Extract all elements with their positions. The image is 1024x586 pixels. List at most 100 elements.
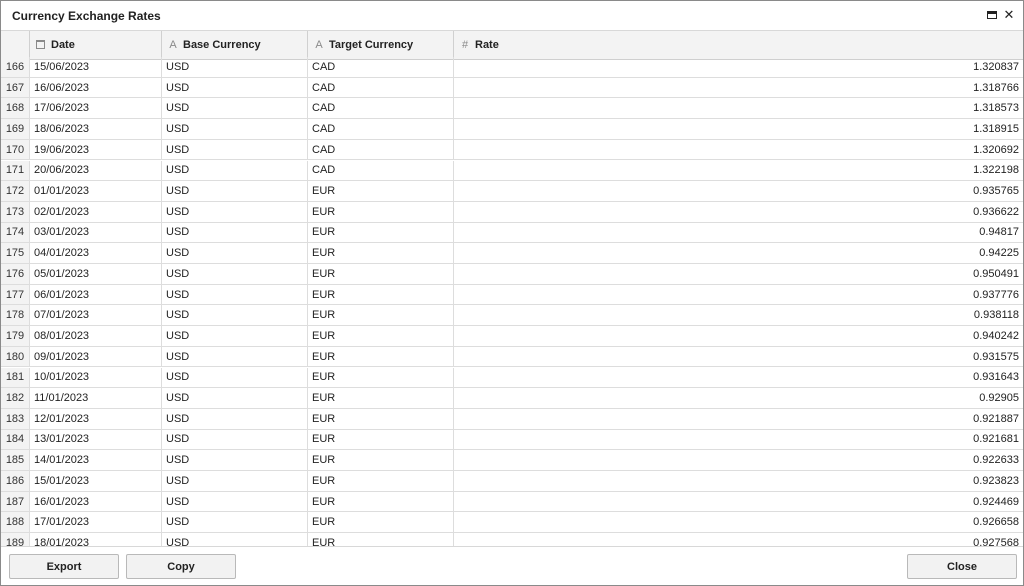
date-cell[interactable]: 10/01/2023 xyxy=(30,367,162,388)
row-index[interactable]: 174 xyxy=(1,222,30,243)
date-cell[interactable]: 18/01/2023 xyxy=(30,533,162,546)
rate-cell[interactable]: 0.92905 xyxy=(454,388,1023,408)
table-row[interactable]: 183 12/01/2023 USD EUR 0.921887 xyxy=(1,408,1023,430)
rate-cell[interactable]: 1.322198 xyxy=(454,161,1023,181)
row-index[interactable]: 181 xyxy=(1,367,30,388)
rate-cell[interactable]: 0.938118 xyxy=(454,305,1023,325)
row-index[interactable]: 166 xyxy=(1,57,30,77)
base-currency-cell[interactable]: USD xyxy=(162,346,308,367)
target-currency-cell[interactable]: EUR xyxy=(308,533,454,546)
target-currency-cell[interactable]: EUR xyxy=(308,346,454,367)
date-cell[interactable]: 05/01/2023 xyxy=(30,264,162,284)
rate-cell[interactable]: 0.940242 xyxy=(454,326,1023,346)
table-row[interactable]: 166 15/06/2023 USD CAD 1.320837 xyxy=(1,57,1023,78)
base-currency-cell[interactable]: USD xyxy=(162,512,308,533)
target-currency-cell[interactable]: EUR xyxy=(308,429,454,450)
base-currency-cell[interactable]: USD xyxy=(162,139,308,160)
date-cell[interactable]: 02/01/2023 xyxy=(30,201,162,222)
row-index[interactable]: 176 xyxy=(1,264,30,284)
rate-cell[interactable]: 0.923823 xyxy=(454,471,1023,491)
row-index[interactable]: 183 xyxy=(1,408,30,429)
target-currency-cell[interactable]: EUR xyxy=(308,243,454,263)
column-header-rate[interactable]: # Rate xyxy=(454,31,1023,60)
target-currency-cell[interactable]: EUR xyxy=(308,367,454,388)
maximize-icon[interactable] xyxy=(985,8,999,22)
rate-cell[interactable]: 0.937776 xyxy=(454,285,1023,305)
base-currency-cell[interactable]: USD xyxy=(162,533,308,546)
base-currency-cell[interactable]: USD xyxy=(162,450,308,470)
rate-cell[interactable]: 0.935765 xyxy=(454,181,1023,201)
rate-cell[interactable]: 0.931643 xyxy=(454,368,1023,388)
base-currency-cell[interactable]: USD xyxy=(162,243,308,263)
date-cell[interactable]: 16/06/2023 xyxy=(30,77,162,98)
date-cell[interactable]: 06/01/2023 xyxy=(30,284,162,305)
table-row[interactable]: 185 14/01/2023 USD EUR 0.922633 xyxy=(1,450,1023,471)
rate-cell[interactable]: 1.318915 xyxy=(454,119,1023,139)
rate-cell[interactable]: 0.94225 xyxy=(454,243,1023,263)
target-currency-cell[interactable]: EUR xyxy=(308,512,454,533)
date-cell[interactable]: 18/06/2023 xyxy=(30,119,162,139)
row-index[interactable]: 172 xyxy=(1,181,30,201)
target-currency-cell[interactable]: EUR xyxy=(308,388,454,408)
base-currency-cell[interactable]: USD xyxy=(162,305,308,326)
row-index[interactable]: 184 xyxy=(1,429,30,450)
rate-cell[interactable]: 0.921681 xyxy=(454,430,1023,450)
target-currency-cell[interactable]: CAD xyxy=(308,98,454,119)
target-currency-cell[interactable]: EUR xyxy=(308,284,454,305)
row-index[interactable]: 171 xyxy=(1,160,30,181)
base-currency-cell[interactable]: USD xyxy=(162,57,308,77)
date-cell[interactable]: 15/06/2023 xyxy=(30,57,162,77)
rate-cell[interactable]: 0.924469 xyxy=(454,492,1023,512)
date-cell[interactable]: 09/01/2023 xyxy=(30,346,162,367)
table-row[interactable]: 188 17/01/2023 USD EUR 0.926658 xyxy=(1,512,1023,534)
export-button[interactable]: Export xyxy=(9,554,119,579)
row-index[interactable]: 185 xyxy=(1,450,30,470)
target-currency-cell[interactable]: EUR xyxy=(308,181,454,201)
date-cell[interactable]: 12/01/2023 xyxy=(30,408,162,429)
table-row[interactable]: 179 08/01/2023 USD EUR 0.940242 xyxy=(1,326,1023,347)
table-row[interactable]: 172 01/01/2023 USD EUR 0.935765 xyxy=(1,181,1023,202)
column-header-date[interactable]: Date xyxy=(30,31,162,60)
row-index[interactable]: 179 xyxy=(1,326,30,346)
table-row[interactable]: 175 04/01/2023 USD EUR 0.94225 xyxy=(1,243,1023,264)
rate-cell[interactable]: 0.94817 xyxy=(454,223,1023,243)
rate-cell[interactable]: 0.926658 xyxy=(454,512,1023,532)
row-index[interactable]: 180 xyxy=(1,346,30,367)
row-index[interactable]: 177 xyxy=(1,284,30,305)
rate-cell[interactable]: 1.320837 xyxy=(454,57,1023,77)
target-currency-cell[interactable]: CAD xyxy=(308,119,454,139)
rate-cell[interactable]: 0.921887 xyxy=(454,409,1023,429)
base-currency-cell[interactable]: USD xyxy=(162,98,308,119)
rate-cell[interactable]: 1.320692 xyxy=(454,140,1023,160)
base-currency-cell[interactable]: USD xyxy=(162,471,308,491)
target-currency-cell[interactable]: EUR xyxy=(308,222,454,243)
table-row[interactable]: 189 18/01/2023 USD EUR 0.927568 xyxy=(1,533,1023,546)
base-currency-cell[interactable]: USD xyxy=(162,264,308,284)
rate-cell[interactable]: 1.318573 xyxy=(454,98,1023,118)
table-row[interactable]: 173 02/01/2023 USD EUR 0.936622 xyxy=(1,201,1023,223)
target-currency-cell[interactable]: EUR xyxy=(308,201,454,222)
row-index[interactable]: 168 xyxy=(1,98,30,119)
table-row[interactable]: 168 17/06/2023 USD CAD 1.318573 xyxy=(1,98,1023,120)
rate-cell[interactable]: 0.950491 xyxy=(454,264,1023,284)
date-cell[interactable]: 16/01/2023 xyxy=(30,491,162,512)
row-index[interactable]: 169 xyxy=(1,119,30,139)
date-cell[interactable]: 11/01/2023 xyxy=(30,388,162,408)
close-icon[interactable]: ✕ xyxy=(1002,8,1016,22)
base-currency-cell[interactable]: USD xyxy=(162,119,308,139)
table-row[interactable]: 186 15/01/2023 USD EUR 0.923823 xyxy=(1,471,1023,492)
table-row[interactable]: 178 07/01/2023 USD EUR 0.938118 xyxy=(1,305,1023,327)
table-row[interactable]: 174 03/01/2023 USD EUR 0.94817 xyxy=(1,222,1023,244)
column-header-base-currency[interactable]: A Base Currency xyxy=(162,31,308,60)
table-row[interactable]: 182 11/01/2023 USD EUR 0.92905 xyxy=(1,388,1023,409)
table-row[interactable]: 177 06/01/2023 USD EUR 0.937776 xyxy=(1,284,1023,306)
base-currency-cell[interactable]: USD xyxy=(162,222,308,243)
row-index[interactable]: 175 xyxy=(1,243,30,263)
date-cell[interactable]: 14/01/2023 xyxy=(30,450,162,470)
date-cell[interactable]: 03/01/2023 xyxy=(30,222,162,243)
target-currency-cell[interactable]: EUR xyxy=(308,264,454,284)
row-index[interactable]: 167 xyxy=(1,77,30,98)
date-cell[interactable]: 04/01/2023 xyxy=(30,243,162,263)
base-currency-cell[interactable]: USD xyxy=(162,201,308,222)
date-cell[interactable]: 01/01/2023 xyxy=(30,181,162,201)
